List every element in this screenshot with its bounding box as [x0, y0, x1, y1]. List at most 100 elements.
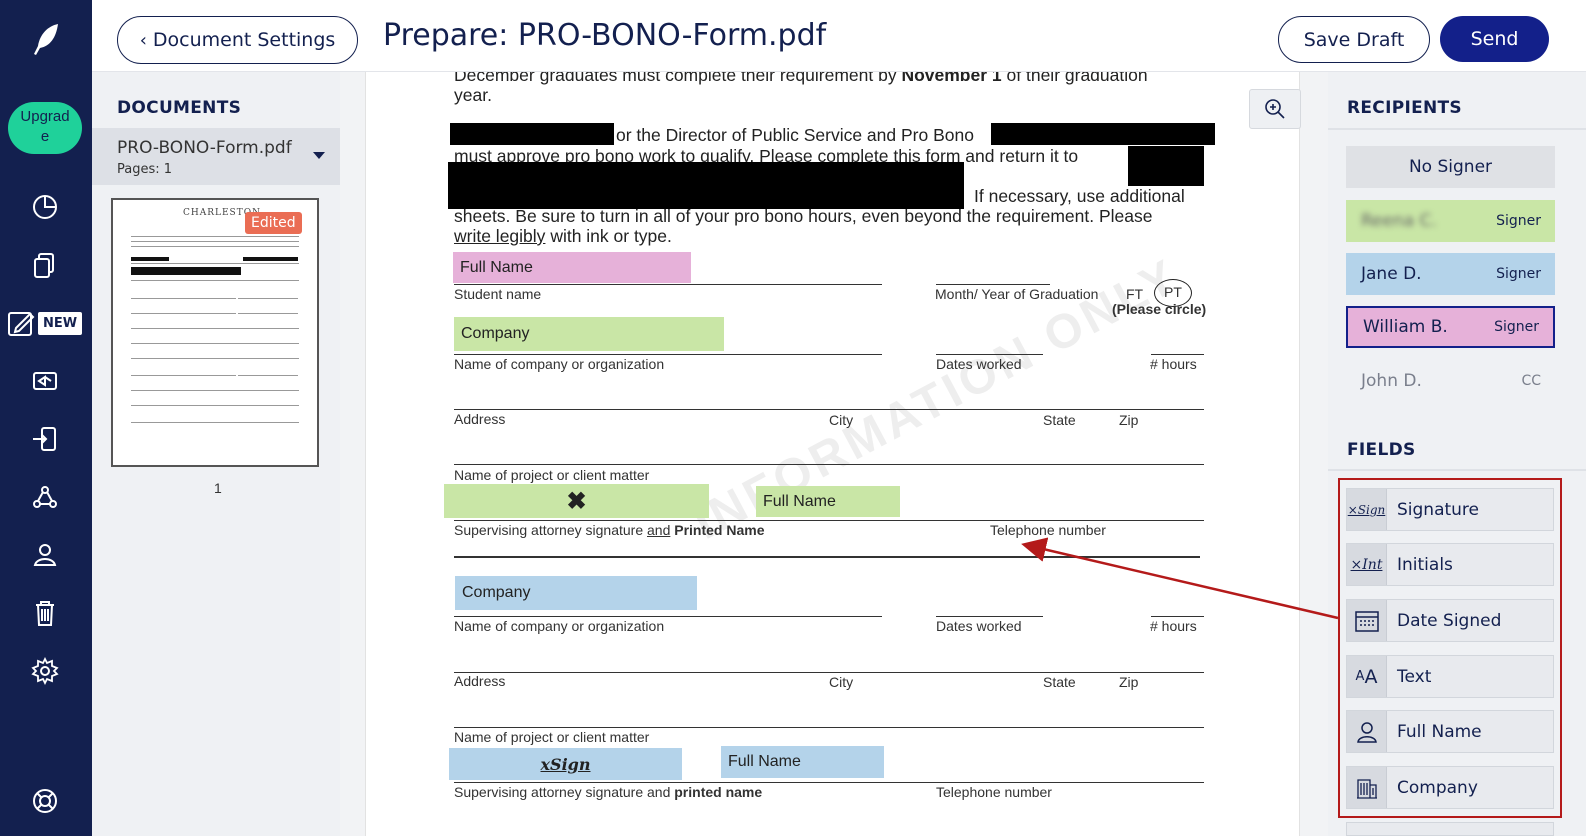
back-label: Document Settings: [152, 29, 336, 51]
templates-icon[interactable]: [30, 366, 60, 396]
new-badge: NEW: [38, 312, 83, 335]
zoom-in-button[interactable]: [1249, 89, 1301, 129]
label-dates-worked: Dates worked: [936, 356, 1022, 372]
pie-chart-icon[interactable]: [30, 192, 60, 222]
sidebar-nav: Upgrad e NEW: [0, 0, 92, 836]
recipient-role: Signer: [1494, 319, 1539, 335]
recipients-fields-panel: RECIPIENTS No Signer Reena C. Signer Jan…: [1328, 72, 1586, 836]
document-item[interactable]: PRO-BONO-Form.pdf Pages: 1: [92, 128, 340, 185]
redaction-bar: [450, 123, 614, 145]
field-label: Initials: [1397, 554, 1453, 575]
no-signer-label: No Signer: [1408, 157, 1493, 177]
documents-panel: DOCUMENTS PRO-BONO-Form.pdf Pages: 1 CHA…: [92, 72, 340, 836]
label-company-org-2: Name of company or organization: [454, 618, 665, 634]
placed-field-signature[interactable]: ✖: [444, 484, 709, 518]
documents-heading: DOCUMENTS: [117, 98, 242, 118]
recipient-name: John D.: [1361, 371, 1422, 391]
recipient-name: Jane D.: [1361, 264, 1422, 284]
field-signature[interactable]: ×Sign Signature: [1346, 488, 1554, 531]
document-pages: Pages: 1: [117, 162, 173, 177]
label-zip: Zip: [1119, 412, 1139, 428]
initials-icon: ×Int: [1347, 544, 1387, 585]
label-project: Name of project or client matter: [454, 467, 650, 483]
help-lifebuoy-icon[interactable]: [30, 786, 60, 816]
pdf-line-5: If necessary, use additional: [974, 186, 1185, 206]
calendar-icon: [1347, 600, 1387, 641]
field-company[interactable]: Company: [1346, 766, 1554, 809]
document-settings-button[interactable]: ‹ Document Settings: [117, 16, 358, 64]
field-label: Text: [1397, 666, 1432, 687]
recipients-heading: RECIPIENTS: [1347, 98, 1462, 118]
redaction-bar: [991, 123, 1215, 145]
label-hours: # hours: [1150, 356, 1197, 372]
label-telephone: Telephone number: [990, 522, 1106, 538]
field-date-signed[interactable]: Date Signed: [1346, 599, 1554, 642]
recipient-role: CC: [1521, 373, 1541, 389]
field-more[interactable]: [1346, 822, 1554, 836]
recipient-role: Signer: [1496, 266, 1541, 282]
label-state: State: [1043, 412, 1076, 428]
recipient-item[interactable]: Reena C. Signer: [1346, 200, 1555, 242]
recipient-item[interactable]: John D. CC: [1346, 360, 1555, 402]
page-number: 1: [214, 480, 222, 496]
label-hours-2: # hours: [1150, 618, 1197, 634]
documents-icon[interactable]: [30, 250, 60, 280]
field-label: Company: [1397, 777, 1478, 798]
label-supervising-attorney-2: Supervising attorney signature and print…: [454, 784, 763, 800]
edit-icon[interactable]: [6, 308, 36, 338]
import-icon[interactable]: [30, 424, 60, 454]
field-initials[interactable]: ×Int Initials: [1346, 543, 1554, 586]
gear-icon[interactable]: [30, 656, 60, 686]
label-zip-2: Zip: [1119, 674, 1139, 690]
label-dates-worked-2: Dates worked: [936, 618, 1022, 634]
pdf-line-3: or the Director of Public Service and Pr…: [616, 125, 974, 145]
send-button[interactable]: Send: [1440, 16, 1549, 62]
placed-field-full-name-blue[interactable]: Full Name: [721, 746, 884, 778]
recipient-item[interactable]: Jane D. Signer: [1346, 253, 1555, 295]
edited-badge: Edited: [245, 212, 302, 234]
field-label: Signature: [1397, 499, 1480, 520]
placed-field-full-name[interactable]: Full Name: [453, 252, 691, 283]
field-label: Date Signed: [1397, 610, 1502, 631]
label-project-2: Name of project or client matter: [454, 729, 650, 745]
zoom-in-icon: [1265, 99, 1285, 119]
recipient-item-selected[interactable]: William B. Signer: [1346, 306, 1555, 348]
no-signer-button[interactable]: No Signer: [1346, 146, 1555, 188]
field-full-name[interactable]: Full Name: [1346, 710, 1554, 753]
label-please-circle: (Please circle): [1112, 301, 1207, 317]
pdf-line-2: year.: [454, 85, 492, 105]
top-bar: ‹ Document Settings Prepare: PRO-BONO-Fo…: [92, 0, 1586, 72]
save-draft-button[interactable]: Save Draft: [1278, 16, 1430, 63]
label-month-year: Month/ Year of Graduation: [935, 286, 1099, 302]
page-thumbnail[interactable]: CHARLESTON Edited: [111, 198, 319, 467]
chevron-left-icon: ‹: [139, 29, 147, 51]
placed-field-company-blue[interactable]: Company: [455, 576, 697, 610]
fields-heading: FIELDS: [1347, 440, 1416, 460]
trash-icon[interactable]: [30, 598, 60, 628]
redaction-bar: [1128, 146, 1204, 186]
text-icon: AA: [1347, 656, 1387, 697]
recipient-name: Reena C.: [1361, 211, 1437, 231]
label-state-2: State: [1043, 674, 1076, 690]
redaction-bar: [448, 162, 964, 209]
field-label: Full Name: [1397, 721, 1482, 742]
recipient-name: William B.: [1363, 317, 1448, 337]
label-city-2: City: [829, 674, 854, 690]
label-company-org: Name of company or organization: [454, 356, 665, 372]
feather-logo-icon[interactable]: [30, 22, 62, 56]
placed-field-full-name-green[interactable]: Full Name: [756, 486, 900, 517]
caret-down-icon[interactable]: [313, 152, 325, 159]
label-student-name: Student name: [454, 286, 542, 302]
placed-field-company[interactable]: Company: [454, 317, 724, 351]
upgrade-button[interactable]: Upgrad e: [8, 102, 82, 154]
document-name: PRO-BONO-Form.pdf: [117, 138, 292, 158]
pdf-line-6: sheets. Be sure to turn in all of your p…: [454, 206, 1153, 226]
field-text[interactable]: AA Text: [1346, 655, 1554, 698]
team-icon[interactable]: [30, 540, 60, 570]
contacts-icon[interactable]: [30, 482, 60, 512]
placed-field-signature-blue[interactable]: xSign: [449, 748, 682, 780]
page-title: Prepare: PRO-BONO-Form.pdf: [383, 18, 827, 53]
document-canvas: INFORMATION ONLY December graduates must…: [340, 72, 1328, 836]
label-address: Address: [454, 411, 506, 427]
building-icon: [1347, 767, 1387, 808]
